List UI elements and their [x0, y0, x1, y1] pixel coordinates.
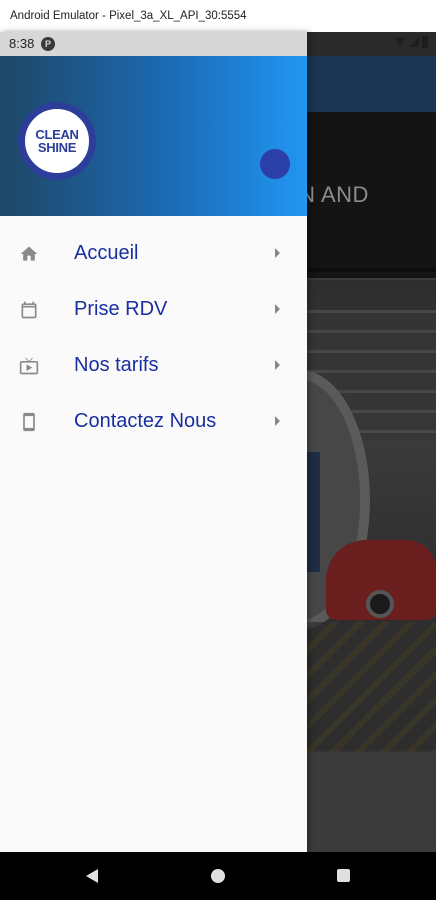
menu-item-prise-rdv[interactable]: Prise RDV: [0, 282, 307, 338]
navigation-drawer: 8:38 P CLEAN SHINE Accueil Prise RDV Nos…: [0, 32, 307, 852]
emulator-window: Android Emulator - Pixel_3a_XL_API_30:55…: [0, 0, 436, 900]
menu-item-label: Nos tarifs: [74, 354, 159, 376]
smartphone-icon: [23, 412, 35, 432]
recent-apps-icon[interactable]: [337, 869, 350, 882]
floor-graphic: [306, 622, 436, 752]
menu-item-nos-tarifs[interactable]: Nos tarifs: [0, 338, 307, 394]
play-protect-icon: P: [41, 37, 55, 51]
back-icon[interactable]: [86, 869, 98, 883]
signal-icon: [409, 37, 419, 47]
chevron-right-icon: [275, 248, 280, 258]
chevron-right-icon: [275, 416, 280, 426]
menu-item-accueil[interactable]: Accueil: [0, 226, 307, 282]
chevron-right-icon: [275, 304, 280, 314]
status-icons: [394, 36, 428, 48]
emulator-title-bar: Android Emulator - Pixel_3a_XL_API_30:55…: [0, 0, 436, 32]
system-nav-bar: [0, 852, 436, 900]
avatar[interactable]: [260, 149, 290, 179]
drawer-header: CLEAN SHINE: [0, 56, 307, 216]
home-icon: [20, 246, 38, 261]
brand-logo-inner: CLEAN SHINE: [23, 107, 91, 175]
tv-play-icon: [19, 357, 39, 375]
drawer-menu: Accueil Prise RDV Nos tarifs Contactez N…: [0, 226, 307, 450]
chevron-right-icon: [275, 360, 280, 370]
status-time: 8:38: [9, 36, 35, 51]
car-wheel: [366, 590, 394, 618]
battery-icon: [422, 36, 428, 48]
menu-item-label: Prise RDV: [74, 298, 168, 320]
menu-item-label: Contactez Nous: [74, 410, 217, 432]
wifi-icon: [394, 37, 406, 47]
logo-text-shine: SHINE: [37, 140, 77, 155]
brand-logo[interactable]: CLEAN SHINE: [18, 102, 96, 180]
menu-item-contactez-nous[interactable]: Contactez Nous: [0, 394, 307, 450]
drawer-status-bar: 8:38 P: [0, 32, 307, 56]
car-graphic: [326, 540, 436, 620]
menu-item-label: Accueil: [74, 242, 139, 264]
home-button-icon[interactable]: [211, 869, 225, 883]
calendar-icon: [21, 301, 37, 319]
